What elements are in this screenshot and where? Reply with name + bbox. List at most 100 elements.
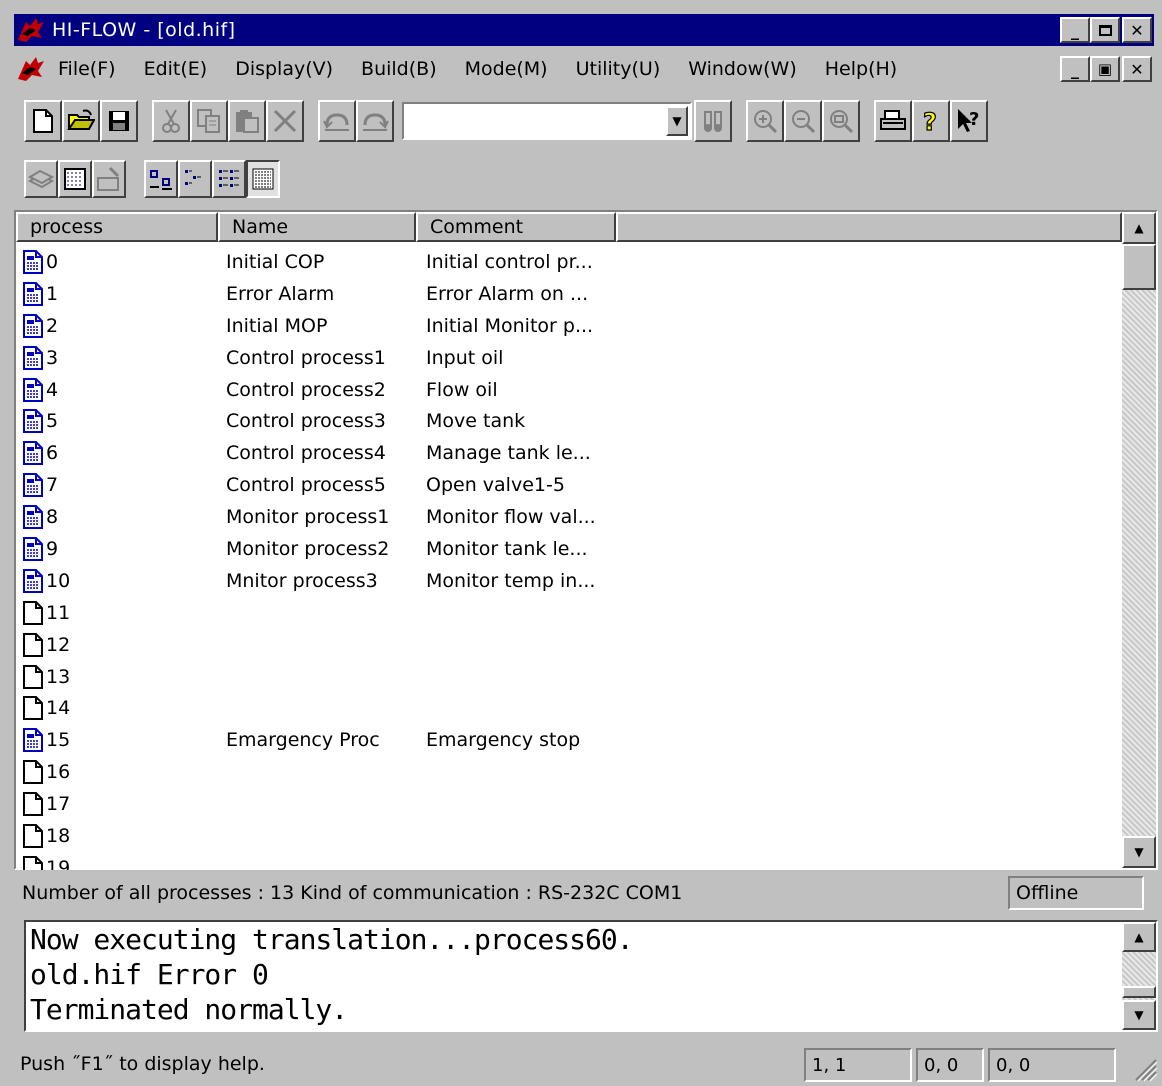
close-button[interactable]: ✕: [1122, 17, 1152, 43]
help-button[interactable]: ?: [912, 100, 950, 142]
scroll-up-button[interactable]: ▲: [1122, 212, 1156, 244]
details-view-icon: [252, 168, 274, 190]
comment-cell: Move tank: [426, 410, 526, 433]
table-row[interactable]: 0 Initial COP Initial control pr...: [22, 246, 1122, 278]
table-row[interactable]: 1 Error Alarm Error Alarm on ...: [22, 278, 1122, 310]
menu-build[interactable]: Build(B): [347, 58, 451, 80]
table-row[interactable]: 11: [22, 597, 1122, 629]
scroll-thumb[interactable]: [1122, 244, 1156, 290]
zoom-out-button[interactable]: [784, 100, 822, 142]
process-cell: 2: [22, 313, 226, 339]
scroll-down-button[interactable]: ▼: [1122, 836, 1156, 868]
table-row[interactable]: 15 Emargency Proc Emargency stop: [22, 724, 1122, 756]
title-bar[interactable]: HI-FLOW - [old.hif] _ ✕: [14, 14, 1154, 46]
defined-process-icon: [23, 281, 43, 306]
table-row[interactable]: 18: [22, 820, 1122, 852]
doc-minimize-button[interactable]: _: [1060, 56, 1090, 82]
process-number: 7: [46, 474, 59, 497]
process-cell: 15: [22, 727, 226, 753]
save-button[interactable]: [100, 100, 138, 142]
process-list[interactable]: process Name Comment 0 Initial COP Initial…: [14, 210, 1158, 870]
menu-help[interactable]: Help(H): [811, 58, 911, 80]
doc-close-button[interactable]: ✕: [1122, 56, 1152, 82]
table-row[interactable]: 17: [22, 788, 1122, 820]
large-icons-view-button[interactable]: [144, 160, 178, 198]
table-row[interactable]: 2 Initial MOP Initial Monitor p...: [22, 310, 1122, 342]
small-icons-view-icon: [185, 170, 201, 185]
transfer-button[interactable]: [92, 160, 126, 198]
maximize-button[interactable]: [1090, 17, 1120, 43]
defined-process-icon: [23, 441, 43, 466]
table-row[interactable]: 16: [22, 756, 1122, 788]
comment-cell: Manage tank le...: [426, 442, 591, 465]
process-number: 16: [46, 761, 71, 784]
empty-process-icon: [23, 632, 43, 657]
defined-process-icon: [23, 249, 43, 274]
print-button[interactable]: [874, 100, 912, 142]
table-row[interactable]: 10 Mnitor process3 Monitor temp in...: [22, 565, 1122, 597]
cut-button[interactable]: [152, 100, 190, 142]
menu-mode[interactable]: Mode(M): [451, 58, 562, 80]
menu-window[interactable]: Window(W): [674, 58, 811, 80]
process-cell: 18: [22, 823, 226, 849]
context-help-button[interactable]: ?: [950, 100, 988, 142]
table-row[interactable]: 9 Monitor process2 Monitor tank le...: [22, 533, 1122, 565]
table-row[interactable]: 19: [22, 852, 1122, 870]
minimize-button[interactable]: _: [1060, 17, 1090, 43]
scroll-up-button[interactable]: ▲: [1122, 922, 1156, 952]
table-row[interactable]: 7 Control process5 Open valve1-5: [22, 469, 1122, 501]
process-cell: 1: [22, 281, 226, 307]
menu-edit[interactable]: Edit(E): [130, 58, 222, 80]
table-row[interactable]: 5 Control process3 Move tank: [22, 405, 1122, 437]
delete-button[interactable]: [266, 100, 304, 142]
menu-file[interactable]: File(F): [54, 58, 130, 80]
menu-display[interactable]: Display(V): [221, 58, 347, 80]
list-view-button[interactable]: [212, 160, 246, 198]
zoom-in-button[interactable]: [746, 100, 784, 142]
name-cell: Monitor process2: [226, 537, 390, 560]
column-header-comment[interactable]: Comment: [416, 212, 616, 242]
combo-dropdown-button[interactable]: ▼: [666, 106, 688, 136]
table-row[interactable]: 13: [22, 661, 1122, 693]
paste-button[interactable]: [228, 100, 266, 142]
resize-grip-icon[interactable]: [1130, 1054, 1158, 1082]
output-pane[interactable]: Now executing translation...process60. o…: [24, 920, 1158, 1032]
new-button[interactable]: [24, 100, 62, 142]
process-cell: 17: [22, 791, 226, 817]
scroll-thumb[interactable]: [1122, 986, 1156, 998]
details-view-button[interactable]: [246, 160, 280, 198]
table-row[interactable]: 6 Control process4 Manage tank le...: [22, 437, 1122, 469]
comment-cell: Initial Monitor p...: [426, 314, 594, 337]
column-header-process[interactable]: process: [16, 212, 218, 242]
table-row[interactable]: 8 Monitor process1 Monitor flow val...: [22, 501, 1122, 533]
process-number: 15: [46, 729, 71, 752]
compile-button[interactable]: [58, 160, 92, 198]
scroll-down-button[interactable]: ▼: [1122, 1000, 1156, 1030]
undo-button[interactable]: [318, 100, 356, 142]
zoom-fit-button[interactable]: [822, 100, 860, 142]
table-row[interactable]: 3 Control process1 Input oil: [22, 342, 1122, 374]
table-row[interactable]: 12: [22, 629, 1122, 661]
small-icons-view-button[interactable]: [178, 160, 212, 198]
process-cell: 19: [22, 855, 226, 870]
column-header-name[interactable]: Name: [218, 212, 416, 242]
name-cell: Monitor process1: [226, 506, 390, 529]
name-cell: Emargency Proc: [226, 729, 380, 752]
open-button[interactable]: [62, 100, 100, 142]
document-system-menu-icon[interactable]: [16, 54, 46, 84]
process-search-combo[interactable]: ▼: [402, 102, 692, 140]
name-cell: Error Alarm: [226, 282, 335, 305]
process-number: 1: [46, 282, 59, 305]
output-vertical-scrollbar[interactable]: ▲ ▼: [1122, 922, 1156, 1030]
doc-restore-button[interactable]: ▣: [1090, 56, 1120, 82]
copy-button[interactable]: [190, 100, 228, 142]
redo-button[interactable]: [356, 100, 394, 142]
menu-utility[interactable]: Utility(U): [562, 58, 675, 80]
list-vertical-scrollbar[interactable]: ▲ ▼: [1122, 212, 1156, 868]
table-row[interactable]: 14: [22, 692, 1122, 724]
list-rows: 0 Initial COP Initial control pr... 1 Error …: [22, 246, 1122, 870]
find-button[interactable]: [694, 100, 732, 142]
build-button[interactable]: [24, 160, 58, 198]
table-row[interactable]: 4 Control process2 Flow oil: [22, 374, 1122, 406]
open-folder-icon: [67, 109, 95, 130]
